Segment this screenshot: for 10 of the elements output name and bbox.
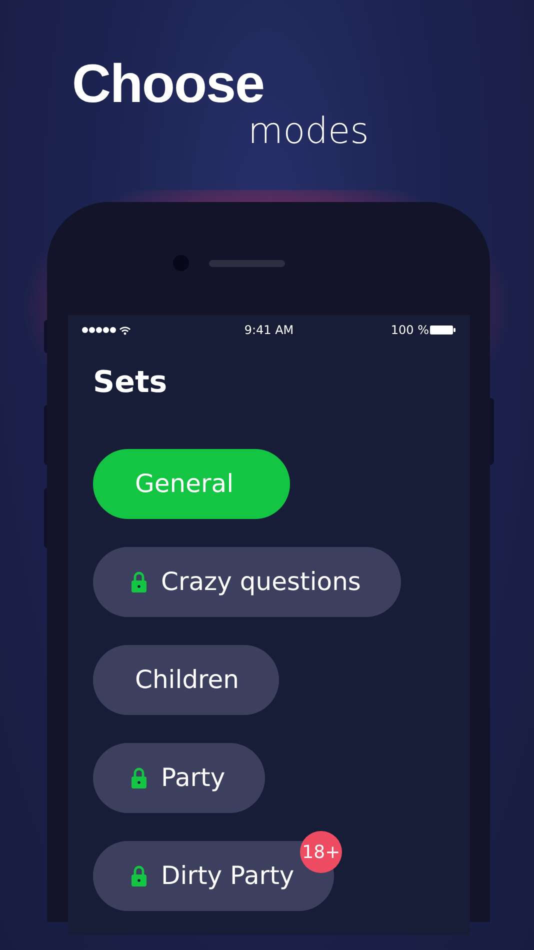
set-button[interactable]: Crazy questions xyxy=(93,547,401,617)
set-button[interactable]: Party xyxy=(93,743,266,813)
set-button[interactable]: Children xyxy=(93,645,280,715)
wifi-icon xyxy=(119,326,131,334)
battery-icon xyxy=(430,325,456,335)
signal-icon xyxy=(82,327,116,333)
status-time: 9:41 AM xyxy=(244,322,294,339)
screen-title: Sets xyxy=(93,365,168,400)
battery-percent: 100 % xyxy=(390,322,429,339)
age-badge: 18+ xyxy=(300,831,342,873)
